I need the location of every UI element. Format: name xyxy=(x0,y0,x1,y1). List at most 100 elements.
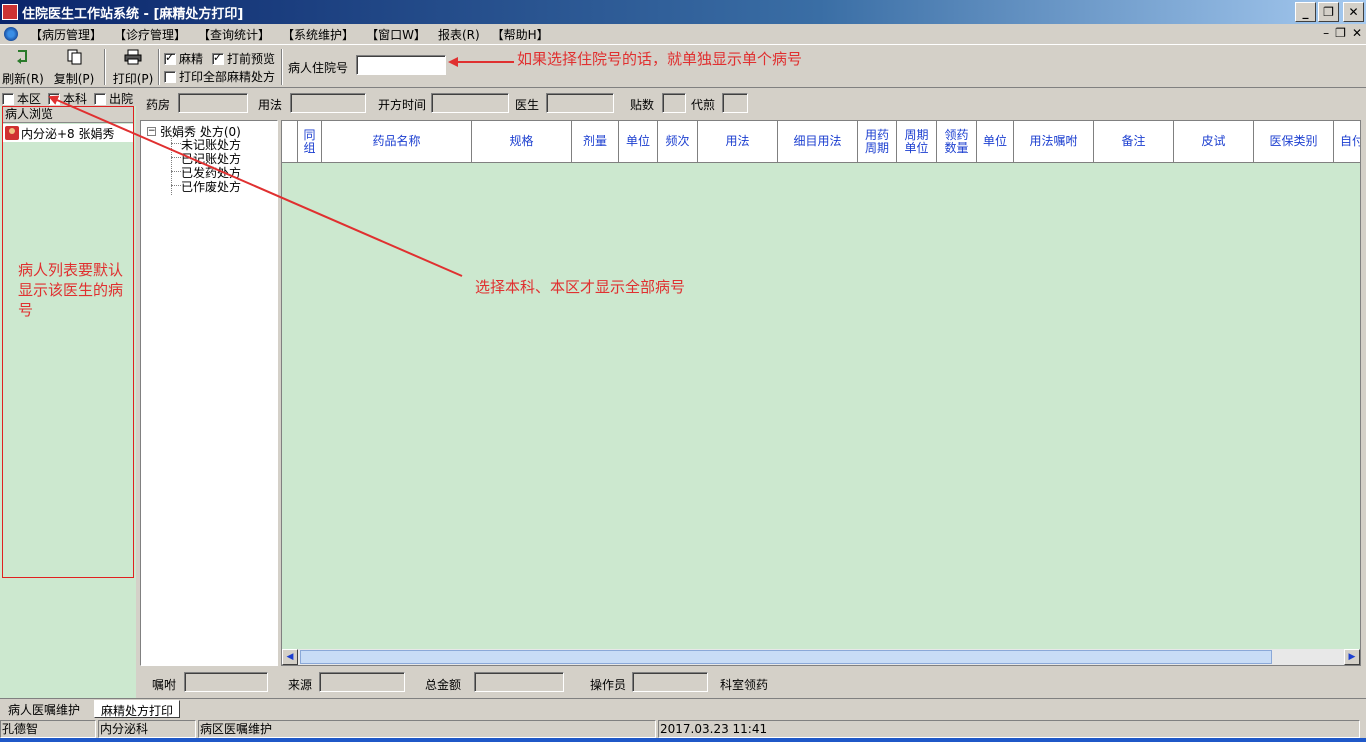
menu-bar: 【病历管理】 【诊疗管理】 【查询统计】 【系统维护】 【窗口W】 报表(R) … xyxy=(0,24,1366,44)
tab-mazhao-print[interactable]: 麻精处方打印 xyxy=(94,700,181,718)
annotation-left: 病人列表要默认显示该医生的病号 xyxy=(18,261,124,319)
prescription-tree: − 张娟秀 处方(0) 未记账处方 已记账处方 已发药处方 已作废处方 xyxy=(140,120,278,666)
refresh-label: 刷新(R) xyxy=(2,72,44,86)
operator-field[interactable] xyxy=(632,672,708,692)
toolbar-separator xyxy=(281,49,283,85)
refresh-button[interactable]: 刷新(R) xyxy=(2,49,44,87)
print-all-checkbox[interactable]: 打印全部麻精处方 xyxy=(164,68,275,85)
mdi-close-icon[interactable]: ✕ xyxy=(1352,26,1362,40)
mdi-minimize-icon[interactable]: – xyxy=(1323,26,1329,40)
scroll-left-icon[interactable]: ◀ xyxy=(282,649,298,665)
decoct-field[interactable] xyxy=(722,93,748,113)
dept-label: 本科 xyxy=(63,92,88,106)
advice-label: 嘱咐 xyxy=(152,678,177,692)
annotation-middle: 选择本科、本区才显示全部病号 xyxy=(475,278,686,296)
menu-system[interactable]: 【系统维护】 xyxy=(276,26,360,43)
bottom-row: 嘱咐 来源 总金额 操作员 科室领药 xyxy=(138,668,1366,698)
menu-window[interactable]: 【窗口W】 xyxy=(360,26,432,43)
patient-icon xyxy=(5,126,19,140)
print-label: 打印(P) xyxy=(112,72,154,86)
source-field[interactable] xyxy=(319,672,405,692)
horizontal-scrollbar[interactable]: ◀ ▶ xyxy=(282,649,1360,665)
refresh-icon xyxy=(17,50,27,64)
print-all-check[interactable] xyxy=(164,70,176,83)
tree-line xyxy=(171,185,181,186)
ward-pickup-label: 科室领药 xyxy=(720,678,769,692)
pharmacy-field[interactable] xyxy=(178,93,248,113)
doctor-field[interactable] xyxy=(546,93,614,113)
menu-help[interactable]: 【帮助H】 xyxy=(486,26,555,43)
tree-line xyxy=(171,157,181,158)
document-tabs: 病人医嘱维护 麻精处方打印 xyxy=(0,698,1366,718)
preview-check[interactable] xyxy=(212,51,224,65)
tree-node-voided[interactable]: 已作废处方 xyxy=(181,178,241,195)
col-self-pay[interactable]: 自付 xyxy=(1334,121,1360,162)
col-cycle-unit[interactable]: 周期单位 xyxy=(897,121,937,162)
status-module: 病区医嘱维护 xyxy=(198,720,656,738)
col-detail-usage[interactable]: 细目用法 xyxy=(778,121,858,162)
menu-medical-records[interactable]: 【病历管理】 xyxy=(24,26,108,43)
title-bar: 住院医生工作站系统 - [麻精处方打印] _ ❐ ✕ xyxy=(0,0,1366,24)
rx-time-field[interactable] xyxy=(431,93,509,113)
scroll-thumb[interactable] xyxy=(300,650,1272,664)
col-insurance[interactable]: 医保类别 xyxy=(1254,121,1334,162)
col-skin-test[interactable]: 皮试 xyxy=(1174,121,1254,162)
window-title: 住院医生工作站系统 - [麻精处方打印] xyxy=(22,6,244,22)
doses-field[interactable] xyxy=(662,93,686,113)
col-pickup-qty[interactable]: 领药数量 xyxy=(937,121,977,162)
list-item[interactable]: 内分泌+8 张娟秀 xyxy=(3,124,133,142)
menu-reports[interactable]: 报表(R) xyxy=(432,26,486,43)
advice-field[interactable] xyxy=(184,672,268,692)
restore-button[interactable]: ❐ xyxy=(1318,2,1339,22)
prescription-grid: 同组 药品名称 规格 剂量 单位 频次 用法 细目用法 用药周期 周期单位 领药… xyxy=(281,120,1361,666)
menu-treatment[interactable]: 【诊疗管理】 xyxy=(108,26,192,43)
col-unit-2[interactable]: 单位 xyxy=(977,121,1014,162)
mdi-restore-icon[interactable]: ❐ xyxy=(1335,26,1346,40)
status-dept: 内分泌科 xyxy=(98,720,196,738)
dept-checkbox[interactable]: 本科 xyxy=(48,90,87,107)
col-usage-note[interactable]: 用法嘱咐 xyxy=(1014,121,1094,162)
close-button[interactable]: ✕ xyxy=(1343,2,1364,22)
status-user: 孔德智 xyxy=(0,720,96,738)
preview-label: 打前预览 xyxy=(227,52,276,66)
discharged-checkbox[interactable]: 出院 xyxy=(94,90,133,107)
col-spec[interactable]: 规格 xyxy=(472,121,572,162)
copy-icon xyxy=(67,49,82,65)
collapse-icon[interactable]: − xyxy=(147,127,156,136)
preview-checkbox[interactable]: 打前预览 xyxy=(212,50,275,67)
col-cycle[interactable]: 用药周期 xyxy=(858,121,897,162)
col-dose[interactable]: 剂量 xyxy=(572,121,619,162)
total-label: 总金额 xyxy=(425,678,462,692)
menu-query-stats[interactable]: 【查询统计】 xyxy=(192,26,276,43)
decoct-label: 代煎 xyxy=(691,98,716,112)
area-check[interactable] xyxy=(2,92,14,105)
usage-label: 用法 xyxy=(258,98,283,112)
minimize-button[interactable]: _ xyxy=(1295,2,1316,22)
total-field[interactable] xyxy=(474,672,564,692)
taskbar-strip xyxy=(0,738,1366,742)
dept-check[interactable] xyxy=(48,92,60,105)
col-unit[interactable]: 单位 xyxy=(619,121,658,162)
col-frequency[interactable]: 频次 xyxy=(658,121,698,162)
print-button[interactable]: 打印(P) xyxy=(112,49,154,87)
tab-patient-orders[interactable]: 病人医嘱维护 xyxy=(2,700,86,718)
patient-no-input[interactable] xyxy=(356,55,446,75)
mazhao-checkbox[interactable]: 麻精 xyxy=(164,50,203,67)
tree-line xyxy=(171,135,172,195)
col-usage[interactable]: 用法 xyxy=(698,121,778,162)
toolbar-separator xyxy=(158,49,160,85)
app-icon xyxy=(2,4,18,20)
discharged-check[interactable] xyxy=(94,92,106,105)
status-datetime: 2017.03.23 11:41 xyxy=(658,720,1360,738)
scroll-right-icon[interactable]: ▶ xyxy=(1344,649,1360,665)
area-checkbox[interactable]: 本区 xyxy=(2,90,41,107)
annotation-top: 如果选择住院号的话，就单独显示单个病号 xyxy=(517,50,803,68)
doctor-label: 医生 xyxy=(515,98,540,112)
col-drug-name[interactable]: 药品名称 xyxy=(322,121,472,162)
col-group[interactable]: 同组 xyxy=(298,121,322,162)
usage-field[interactable] xyxy=(290,93,366,113)
col-remark[interactable]: 备注 xyxy=(1094,121,1174,162)
copy-button[interactable]: 复制(P) xyxy=(52,49,96,87)
filter-row: 药房 用法 开方时间 医生 贴数 代煎 xyxy=(138,88,1366,118)
mazhao-check[interactable] xyxy=(164,51,176,65)
